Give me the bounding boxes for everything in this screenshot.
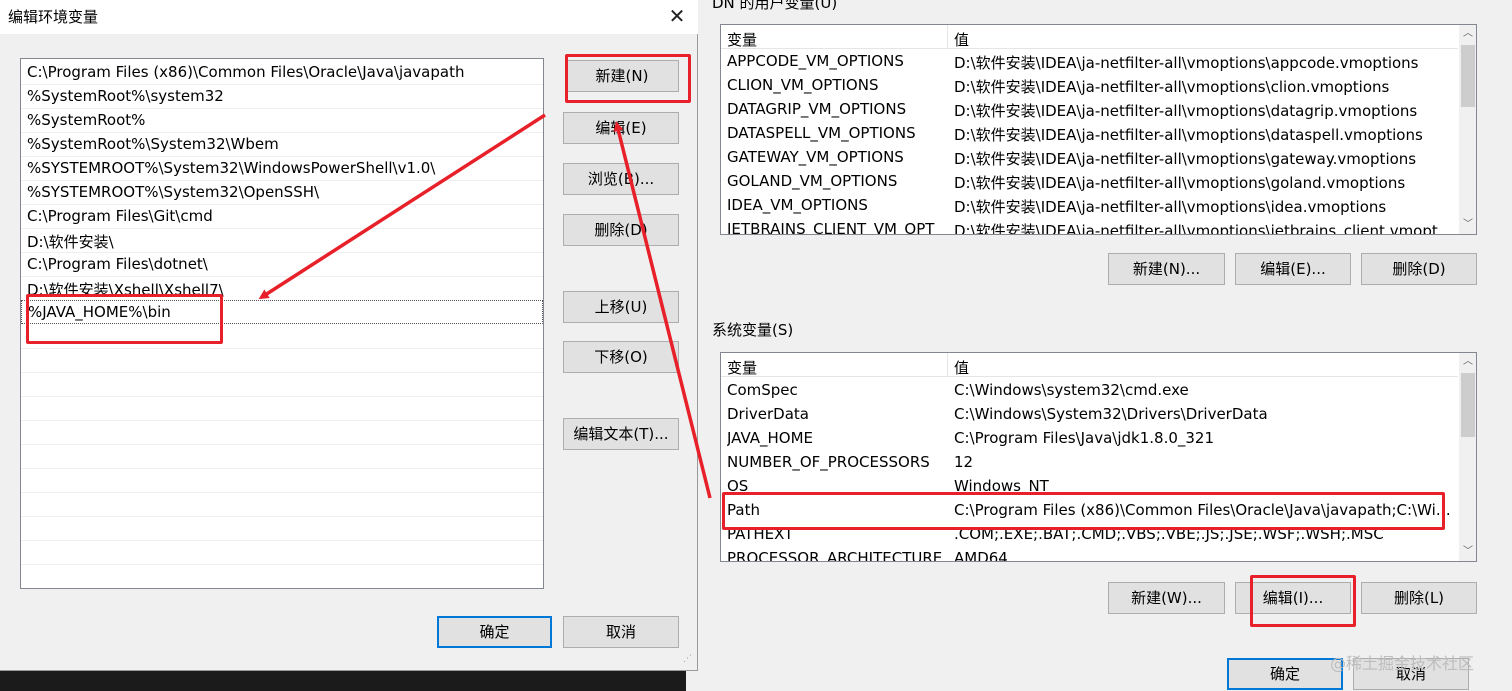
annotation-arrows <box>258 113 712 499</box>
arrow-to-java-home-entry <box>258 113 546 300</box>
arrow-to-edit-button <box>613 121 712 499</box>
watermark: @稀土掘金技术社区 <box>1330 654 1475 673</box>
